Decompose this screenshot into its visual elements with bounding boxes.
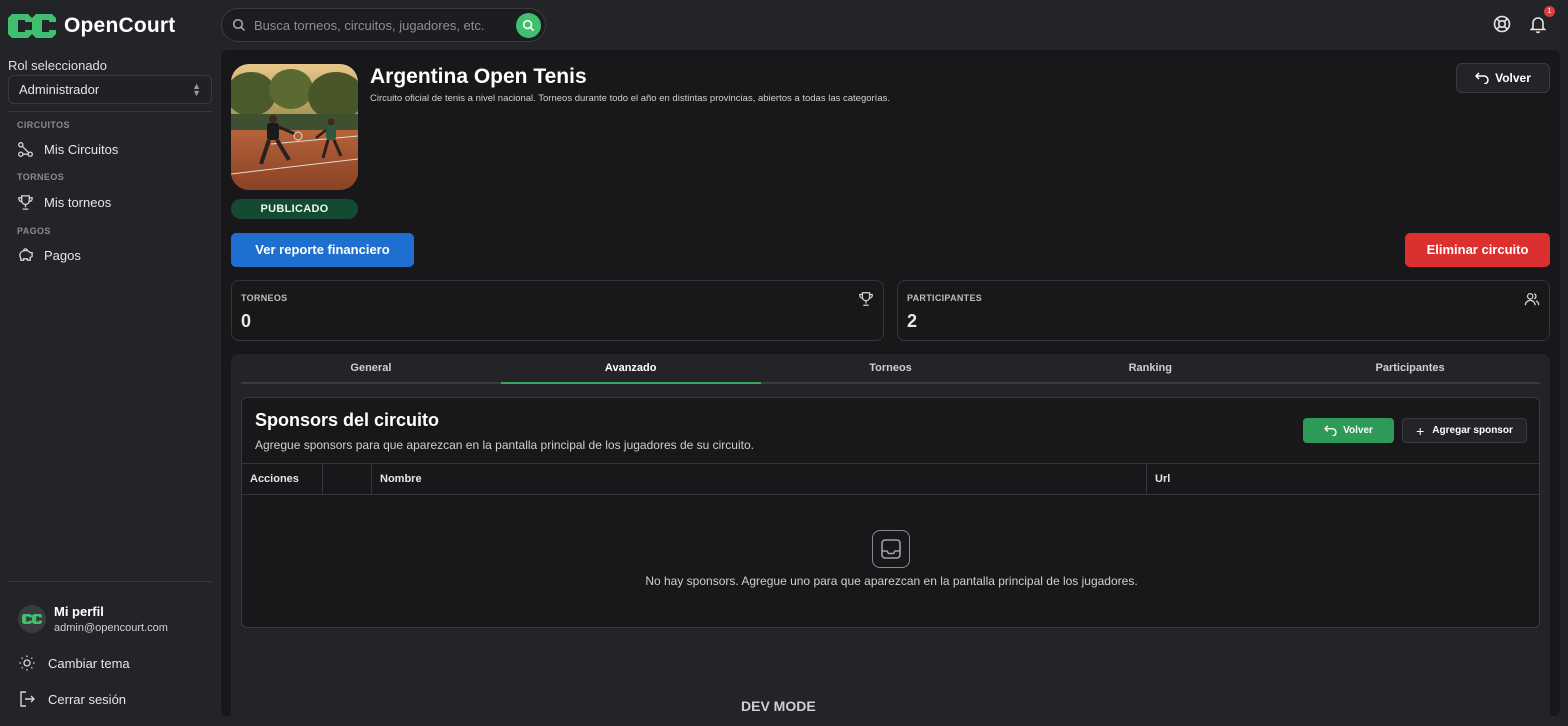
stat-card-torneos: TORNEOS 0 xyxy=(231,280,884,341)
role-select[interactable]: Administrador ▲ ▼ xyxy=(8,75,212,104)
column-header-url[interactable]: Url xyxy=(1147,464,1539,494)
main-content: PUBLICADO Argentina Open Tenis Circuito … xyxy=(221,50,1560,716)
table-header: Acciones Nombre Url xyxy=(242,463,1539,495)
page-title: Argentina Open Tenis xyxy=(370,65,587,88)
divider xyxy=(8,581,212,582)
theme-label: Cambiar tema xyxy=(48,655,130,671)
section-label-pagos: PAGOS xyxy=(17,226,51,236)
sidebar-item-label: Pagos xyxy=(44,248,81,263)
help-lifebuoy-icon[interactable] xyxy=(1492,14,1512,34)
sponsors-description: Agregue sponsors para que aparezcan en l… xyxy=(255,438,754,452)
logout-icon xyxy=(20,691,35,707)
stat-value: 2 xyxy=(907,311,918,331)
sidebar-item-mis-torneos[interactable]: Mis torneos xyxy=(17,194,111,211)
financial-report-button[interactable]: Ver reporte financiero xyxy=(231,233,414,267)
dev-mode-label: DEV MODE xyxy=(741,698,816,714)
tab-ranking[interactable]: Ranking xyxy=(1020,354,1280,382)
column-header-blank xyxy=(323,464,372,494)
tabs-panel: General Avanzado Torneos Ranking Partici… xyxy=(231,354,1550,716)
piggy-bank-icon xyxy=(19,248,33,261)
undo-arrow-icon xyxy=(1475,72,1489,84)
profile-name: Mi perfil xyxy=(54,604,104,619)
opencourt-logo-icon xyxy=(22,614,42,624)
search-icon xyxy=(522,19,535,32)
trophy-icon xyxy=(859,292,873,306)
tab-avanzado[interactable]: Avanzado xyxy=(500,354,761,384)
search-icon xyxy=(232,18,246,32)
notification-badge: 1 xyxy=(1544,6,1555,17)
tab-participantes[interactable]: Participantes xyxy=(1280,354,1540,382)
theme-toggle-button[interactable]: Cambiar tema xyxy=(18,654,130,672)
divider xyxy=(8,111,212,112)
column-header-nombre[interactable]: Nombre xyxy=(372,464,1147,494)
empty-state-text: No hay sponsors. Agregue uno para que ap… xyxy=(645,574,1138,588)
stat-label: PARTICIPANTES xyxy=(907,293,983,303)
logo[interactable]: OpenCourt xyxy=(8,10,175,42)
delete-circuit-button[interactable]: Eliminar circuito xyxy=(1405,233,1550,267)
inbox-icon xyxy=(872,530,910,568)
circuit-image xyxy=(231,64,358,190)
users-icon xyxy=(1524,293,1540,306)
stat-label: TORNEOS xyxy=(241,293,288,303)
sponsors-back-label: Volver xyxy=(1343,425,1373,436)
opencourt-logo-icon xyxy=(8,14,56,38)
trophy-icon xyxy=(18,195,33,210)
status-badge: PUBLICADO xyxy=(231,199,358,219)
sponsors-title: Sponsors del circuito xyxy=(255,410,440,430)
sponsors-card: Sponsors del circuito Agregue sponsors p… xyxy=(241,397,1540,628)
search-button[interactable] xyxy=(516,13,541,38)
logout-label: Cerrar sesión xyxy=(48,691,127,707)
tab-torneos[interactable]: Torneos xyxy=(761,354,1021,382)
sidebar-item-label: Mis torneos xyxy=(44,195,112,210)
column-header-acciones[interactable]: Acciones xyxy=(242,464,323,494)
section-label-torneos: TORNEOS xyxy=(17,172,65,182)
page-subtitle: Circuito oficial de tenis a nivel nacion… xyxy=(370,93,890,104)
role-label: Rol seleccionado xyxy=(8,58,108,73)
avatar xyxy=(18,605,46,633)
back-button[interactable]: Volver xyxy=(1456,63,1550,93)
plus-icon: + xyxy=(1416,422,1425,439)
back-button-label: Volver xyxy=(1495,71,1531,85)
search-bar xyxy=(221,8,546,42)
undo-arrow-icon xyxy=(1324,425,1337,436)
role-select-value: Administrador xyxy=(19,82,100,97)
bell-icon[interactable] xyxy=(1528,14,1548,34)
tab-general[interactable]: General xyxy=(241,354,501,382)
updown-chevron-icon: ▲ ▼ xyxy=(192,81,201,98)
stat-value: 0 xyxy=(241,311,252,331)
sidebar-item-pagos[interactable]: Pagos xyxy=(17,247,81,264)
sidebar-item-label: Mis Circuitos xyxy=(44,142,119,157)
section-label-circuitos: CIRCUITOS xyxy=(17,120,70,130)
sun-icon xyxy=(19,655,35,671)
sponsors-back-button[interactable]: Volver xyxy=(1303,418,1394,443)
sidebar: OpenCourt Rol seleccionado Administrador… xyxy=(0,0,220,726)
brand-name: OpenCourt xyxy=(64,14,176,37)
tab-bar: General Avanzado Torneos Ranking Partici… xyxy=(241,354,1540,384)
circuit-icon xyxy=(18,142,33,157)
search-input[interactable] xyxy=(254,15,512,35)
sidebar-item-mis-circuitos[interactable]: Mis Circuitos xyxy=(17,141,118,158)
logout-button[interactable]: Cerrar sesión xyxy=(18,690,126,708)
stat-card-participantes: PARTICIPANTES 2 xyxy=(897,280,1550,341)
profile-email: admin@opencourt.com xyxy=(54,622,168,634)
add-sponsor-label: Agregar sponsor xyxy=(1432,425,1513,436)
add-sponsor-button[interactable]: + Agregar sponsor xyxy=(1402,418,1527,443)
profile-link[interactable]: Mi perfil admin@opencourt.com xyxy=(18,604,168,634)
